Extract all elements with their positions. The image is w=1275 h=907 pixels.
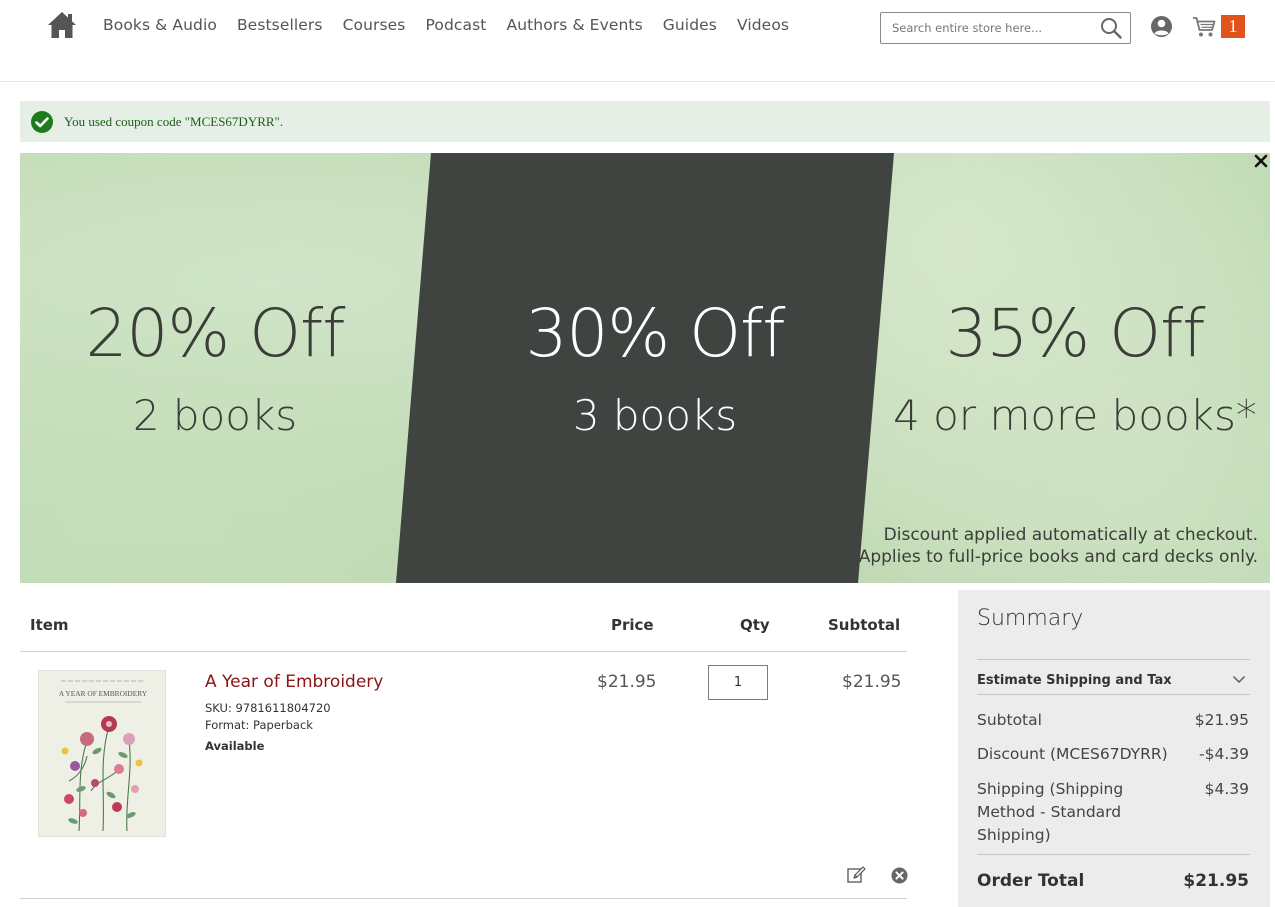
check-circle-icon — [31, 111, 53, 133]
summary-shipping-label: Shipping (Shipping Method - Standard Shi… — [977, 780, 1124, 844]
search-box — [880, 12, 1131, 44]
nav-books-audio[interactable]: Books & Audio — [103, 16, 217, 34]
edit-icon[interactable] — [847, 866, 866, 884]
nav-guides[interactable]: Guides — [663, 16, 717, 34]
message-text: You used coupon code "MCES67DYRR". — [64, 114, 284, 129]
quantity-input[interactable] — [708, 665, 768, 700]
column-header-subtotal: Subtotal — [828, 616, 901, 634]
summary-divider — [977, 659, 1250, 660]
product-availability: Available — [205, 739, 265, 753]
nav-courses[interactable]: Courses — [343, 16, 406, 34]
site-header: Books & Audio Bestsellers Courses Podcas… — [0, 0, 1275, 82]
product-cover-image[interactable]: A YEAR OF EMBROIDERY — [38, 670, 166, 837]
nav-podcast[interactable]: Podcast — [425, 16, 486, 34]
summary-title: Summary — [977, 606, 1084, 631]
summary-subtotal-label: Subtotal — [977, 711, 1042, 729]
tier-quantity: 4 or more books* — [893, 391, 1257, 440]
main-nav: Books & Audio Bestsellers Courses Podcas… — [103, 16, 809, 34]
table-divider — [20, 898, 907, 899]
remove-icon[interactable] — [891, 867, 908, 884]
column-header-item: Item — [30, 616, 69, 634]
tier-percent: 30% Off — [525, 295, 785, 372]
summary-divider — [977, 854, 1250, 855]
chevron-down-icon[interactable] — [1232, 674, 1246, 684]
search-input[interactable] — [881, 13, 1096, 43]
close-icon[interactable] — [1253, 153, 1269, 169]
item-price: $21.95 — [597, 672, 657, 692]
order-total-label: Order Total — [977, 871, 1085, 891]
tier-4-books: 35% Off 4 or more books* — [890, 301, 1260, 437]
estimate-shipping-toggle[interactable]: Estimate Shipping and Tax — [977, 673, 1172, 688]
order-summary: Summary Estimate Shipping and Tax Subtot… — [958, 590, 1270, 907]
tier-3-books: 30% Off 3 books — [490, 301, 820, 437]
nav-authors-events[interactable]: Authors & Events — [506, 16, 642, 34]
product-format: Format: Paperback — [205, 718, 313, 732]
tier-quantity: 3 books — [572, 391, 738, 440]
banner-disclaimer: Discount applied automatically at checko… — [859, 524, 1258, 568]
coupon-success-message: You used coupon code "MCES67DYRR". — [20, 101, 1270, 142]
home-icon[interactable] — [46, 10, 78, 40]
banner-note-line1: Discount applied automatically at checko… — [883, 525, 1258, 545]
tier-percent: 35% Off — [945, 295, 1205, 372]
search-icon[interactable] — [1100, 17, 1122, 39]
banner-note-line2: Applies to full-price books and card dec… — [858, 547, 1258, 567]
order-total-value: $21.95 — [1183, 871, 1249, 891]
summary-discount-label: Discount (MCES67DYRR) — [977, 745, 1168, 763]
cart-icon[interactable] — [1192, 16, 1216, 38]
nav-videos[interactable]: Videos — [737, 16, 789, 34]
column-header-qty: Qty — [740, 616, 770, 634]
summary-divider — [977, 694, 1250, 695]
product-name-link[interactable]: A Year of Embroidery — [205, 672, 383, 692]
product-sku: SKU: 9781611804720 — [205, 701, 331, 715]
tier-2-books: 20% Off 2 books — [70, 301, 360, 437]
embroidery-illustration: A YEAR OF EMBROIDERY — [39, 671, 165, 836]
cover-title: A YEAR OF EMBROIDERY — [59, 689, 148, 698]
account-icon[interactable] — [1150, 15, 1173, 38]
summary-shipping-value: $4.39 — [1204, 780, 1249, 798]
table-divider — [20, 651, 907, 652]
summary-subtotal-value: $21.95 — [1194, 711, 1249, 729]
tier-percent: 20% Off — [85, 295, 345, 372]
promo-banner: 20% Off 2 books 30% Off 3 books 35% Off … — [20, 153, 1270, 583]
column-header-price: Price — [611, 616, 654, 634]
item-subtotal: $21.95 — [842, 672, 902, 692]
nav-bestsellers[interactable]: Bestsellers — [237, 16, 323, 34]
cart-count-badge[interactable]: 1 — [1221, 15, 1245, 38]
tier-quantity: 2 books — [132, 391, 298, 440]
summary-discount-value: -$4.39 — [1199, 745, 1249, 763]
